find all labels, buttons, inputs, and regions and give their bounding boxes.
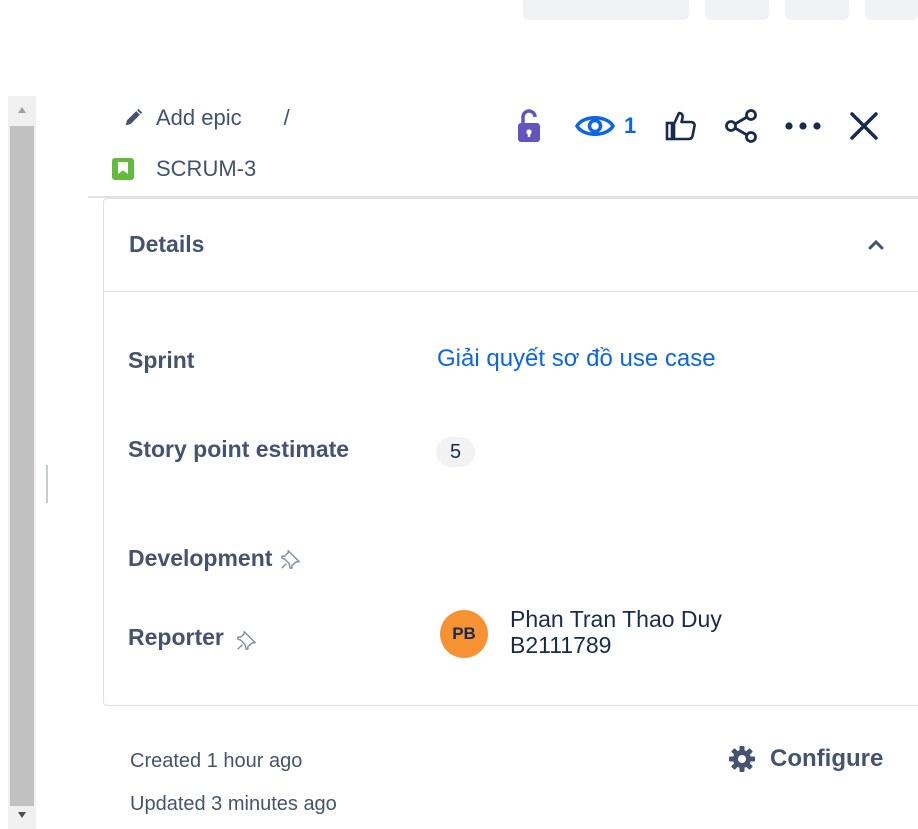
sprint-label: Sprint xyxy=(128,347,195,373)
top-placeholder-2 xyxy=(705,0,769,20)
vote-button[interactable] xyxy=(664,104,698,148)
reporter-name-line2: B2111789 xyxy=(510,632,612,658)
close-icon xyxy=(850,112,878,140)
configure-label: Configure xyxy=(770,745,884,772)
restriction-button[interactable] xyxy=(510,104,548,148)
details-title: Details xyxy=(129,231,205,257)
sprint-value-link[interactable]: Giải quyết sơ đồ use case xyxy=(437,345,716,373)
development-field: Development xyxy=(128,545,302,572)
scroll-down-arrow-icon[interactable] xyxy=(8,801,36,829)
details-header[interactable]: Details xyxy=(104,199,918,292)
reporter-field: Reporter xyxy=(128,623,258,651)
panel-resize-handle[interactable] xyxy=(46,465,48,503)
breadcrumb-separator: / xyxy=(283,105,290,130)
share-button[interactable] xyxy=(722,104,760,148)
unlock-icon xyxy=(518,109,540,142)
add-epic-label: Add epic xyxy=(156,105,242,130)
close-button[interactable] xyxy=(848,104,880,148)
thumbs-up-icon xyxy=(665,111,697,141)
reporter-name[interactable]: Phan Tran Thao Duy B2111789 xyxy=(510,606,722,658)
story-points-badge[interactable]: 5 xyxy=(436,437,475,467)
add-epic-link[interactable]: Add epic / xyxy=(122,104,290,132)
vertical-scrollbar[interactable] xyxy=(8,96,36,829)
watch-button[interactable]: 1 xyxy=(574,104,636,148)
more-dots-icon xyxy=(785,122,821,130)
top-toolbar-placeholders xyxy=(523,0,918,20)
issue-actions: 1 xyxy=(510,104,880,148)
share-icon xyxy=(725,109,758,143)
reporter-name-line1: Phan Tran Thao Duy xyxy=(510,606,722,632)
story-points-label: Story point estimate xyxy=(128,436,350,462)
scrollbar-thumb[interactable] xyxy=(10,126,34,806)
configure-button[interactable]: Configure xyxy=(728,745,883,773)
more-actions-button[interactable] xyxy=(784,104,824,148)
pin-icon[interactable] xyxy=(236,629,258,651)
top-placeholder-1 xyxy=(523,0,689,20)
reporter-avatar[interactable]: PB xyxy=(440,610,488,658)
scroll-up-arrow-icon[interactable] xyxy=(8,96,36,124)
issue-key-link[interactable]: SCRUM-3 xyxy=(112,154,256,184)
pin-icon[interactable] xyxy=(280,548,302,570)
eye-icon xyxy=(575,116,615,136)
watch-count: 1 xyxy=(624,113,637,138)
created-timestamp: Created 1 hour ago xyxy=(130,750,303,772)
top-placeholder-4 xyxy=(865,0,918,20)
gear-icon xyxy=(729,746,755,772)
chevron-up-icon[interactable] xyxy=(864,233,888,257)
top-placeholder-3 xyxy=(785,0,849,20)
reporter-label: Reporter xyxy=(128,623,224,650)
development-label: Development xyxy=(128,545,273,571)
issue-key: SCRUM-3 xyxy=(156,156,257,181)
updated-timestamp: Updated 3 minutes ago xyxy=(130,793,337,815)
story-type-icon xyxy=(112,158,134,180)
pencil-icon xyxy=(125,108,143,126)
